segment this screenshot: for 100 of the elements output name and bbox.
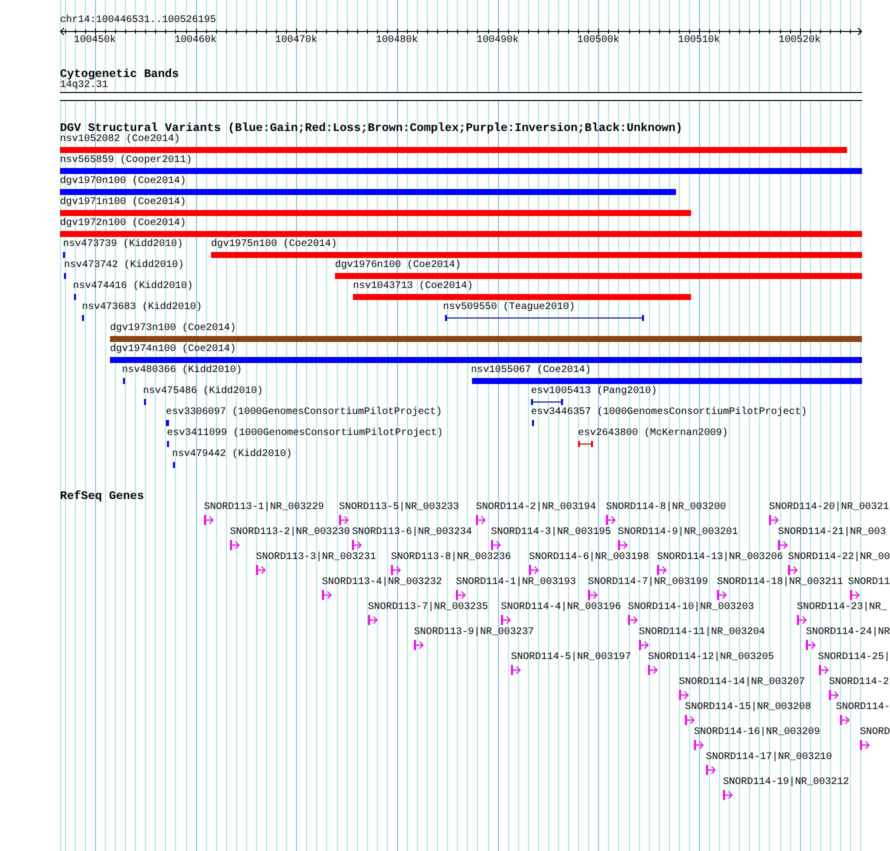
gene-arrow-icon [256, 565, 266, 575]
gene-label: SNORD114-15|NR_003208 [685, 702, 812, 714]
gene-label: SNORD113-3|NR_003231 [256, 552, 376, 564]
gene-arrow-icon [694, 740, 704, 750]
gene-arrow-icon [230, 540, 240, 550]
gene-label: SNORD11 [848, 577, 890, 589]
gene-arrow-icon [476, 515, 486, 525]
gene-label: SNORD114-18|NR_003211 [717, 577, 844, 589]
gene-label: SNORD114-17|NR_003210 [706, 752, 832, 764]
gene-label: SNORD113-1|NR_003229 [204, 502, 324, 514]
gene-label: SNORD114-20|NR_00321 [769, 502, 890, 514]
variant-label: nsv474416 (Kidd2010) [73, 281, 194, 293]
ruler-tick-label: 100500k [577, 35, 620, 46]
variant-label: nsv1043713 (Coe2014) [353, 281, 474, 293]
gene-arrow-icon [606, 515, 616, 525]
variant-label: nsv1055067 (Coe2014) [471, 365, 592, 377]
gene-arrow-icon [717, 590, 727, 600]
gene-label: SNORD114-16|NR_003209 [694, 727, 820, 739]
gene-arrow-icon [706, 765, 716, 775]
gene-label: SNORD114-23|NR_ [797, 602, 888, 614]
gene-arrow-icon [657, 565, 667, 575]
gene-arrow-icon [840, 715, 850, 725]
gene-label: SNORD114-7|NR_003199 [588, 577, 708, 589]
gene-arrow-icon [778, 540, 788, 550]
variant-label: nsv473683 (Kidd2010) [82, 302, 202, 314]
gene-arrow-icon [511, 665, 521, 675]
gene-arrow-icon [204, 515, 214, 525]
gene-arrow-icon [352, 540, 362, 550]
gene-label: SNORD113-9|NR_003237 [414, 627, 534, 639]
gene-label: SNORD [860, 727, 890, 739]
gene-label: SNORD114-19|NR_003212 [723, 777, 850, 789]
gene-label: SNORD114-1|NR_003193 [456, 577, 576, 589]
variant-label: dgv1975n100 (Coe2014) [211, 239, 338, 251]
variant-label: nsv479442 (Kidd2010) [172, 449, 292, 461]
variant-label: dgv1972n100 (Coe2014) [60, 218, 186, 230]
gene-label: SNORD113-5|NR_003233 [339, 502, 460, 514]
ruler-tick-label: 100520k [778, 35, 821, 46]
variant-label: esv3446357 (1000GenomesConsortiumPilotProject) [531, 407, 808, 419]
variant-label: nsv475486 (Kidd2010) [143, 386, 264, 398]
variant-label: dgv1973n100 (Coe2014) [110, 323, 236, 335]
gene-arrow-icon [819, 665, 829, 675]
gene-label: SNORD114-24|NR [806, 627, 890, 639]
gene-label: SNORD114-9|NR_003201 [618, 527, 738, 539]
ruler-tick-label: 100510k [678, 35, 720, 46]
gene-arrow-icon [339, 515, 349, 525]
gene-label: SNORD113-2|NR_003230 [230, 527, 350, 539]
gene-label: SNORD114-22|NR_00 [788, 552, 890, 564]
gene-arrow-icon [368, 615, 378, 625]
gene-arrow-icon [769, 515, 779, 525]
variant-label: nsv509550 (Teague2010) [443, 302, 576, 314]
gene-arrow-icon [685, 715, 695, 725]
region-label: chr14:100446531..100526195 [60, 15, 216, 26]
gene-arrow-icon [456, 590, 466, 600]
track-title: Cytogenetic Bands [60, 68, 179, 80]
gene-label: SNORD114-4|NR_003196 [501, 602, 622, 614]
gene-arrow-icon [797, 615, 807, 625]
gene-label: SNORD113-4|NR_003232 [322, 577, 442, 589]
gene-label: SNORD114- [836, 702, 890, 714]
ruler-tick-label: 100490k [476, 35, 519, 46]
gene-label: SNORD114-21|NR_003 [778, 527, 886, 539]
gene-arrow-icon [391, 565, 401, 575]
variant-label: nsv473742 (Kidd2010) [64, 260, 184, 272]
gene-label: SNORD113-6|NR_003234 [352, 527, 472, 539]
gene-label: SNORD114-2|NR_003194 [476, 502, 596, 514]
gene-label: SNORD114-3|NR_003195 [491, 527, 612, 539]
gene-label: SNORD114-2 [829, 677, 890, 689]
variant-label: dgv1970n100 (Coe2014) [60, 176, 186, 188]
variant-label: esv3411099 (1000GenomesConsortiumPilotProject) [167, 428, 444, 440]
track-title: DGV Structural Variants (Blue:Gain;Red:Loss;Brown:Complex;Purple:Inversion;Black:Unknown) [60, 123, 683, 134]
ruler-tick-label: 100460k [174, 35, 217, 46]
ruler-tick-label: 100450k [74, 35, 116, 46]
gene-arrow-icon [829, 690, 839, 700]
gene-label: SNORD114-12|NR_003205 [648, 652, 774, 664]
gene-arrow-icon [414, 640, 424, 650]
gene-label: SNORD114-13|NR_003206 [657, 552, 784, 564]
gene-arrow-icon [322, 590, 332, 600]
variant-label: nsv480366 (Kidd2010) [122, 365, 242, 377]
track-title: RefSeq Genes [60, 490, 144, 502]
variant-label: nsv473739 (Kidd2010) [63, 239, 184, 251]
gene-label: SNORD113-8|NR_003236 [391, 552, 512, 564]
gene-label: SNORD114-10|NR_003203 [628, 602, 754, 614]
gene-arrow-icon [850, 590, 860, 600]
ruler-tick-label: 100480k [376, 35, 418, 46]
variant-label: nsv1052082 (Coe2014) [60, 134, 180, 146]
gene-arrow-icon [806, 640, 816, 650]
gene-arrow-icon [723, 790, 733, 800]
variant-label: esv1005413 (Pang2010) [531, 386, 658, 398]
ruler-tick-label: 100470k [275, 35, 318, 46]
gene-label: SNORD114-14|NR_003207 [679, 677, 806, 689]
gene-arrow-icon [529, 565, 539, 575]
variant-label: esv3306097 (1000GenomesConsortiumPilotProject) [166, 407, 442, 419]
band-label: 14q32.31 [60, 80, 108, 92]
variant-label: dgv1974n100 (Coe2014) [110, 344, 236, 356]
variant-label: esv2643800 (McKernan2009) [578, 428, 728, 440]
variant-label: nsv565859 (Cooper2011) [60, 155, 192, 167]
gene-label: SNORD114-5|NR_003197 [511, 652, 632, 664]
gene-label: SNORD114-25| [818, 652, 890, 664]
gene-label: SNORD114-11|NR_003204 [639, 627, 766, 639]
gene-arrow-icon [860, 740, 870, 750]
gene-arrow-icon [618, 540, 628, 550]
